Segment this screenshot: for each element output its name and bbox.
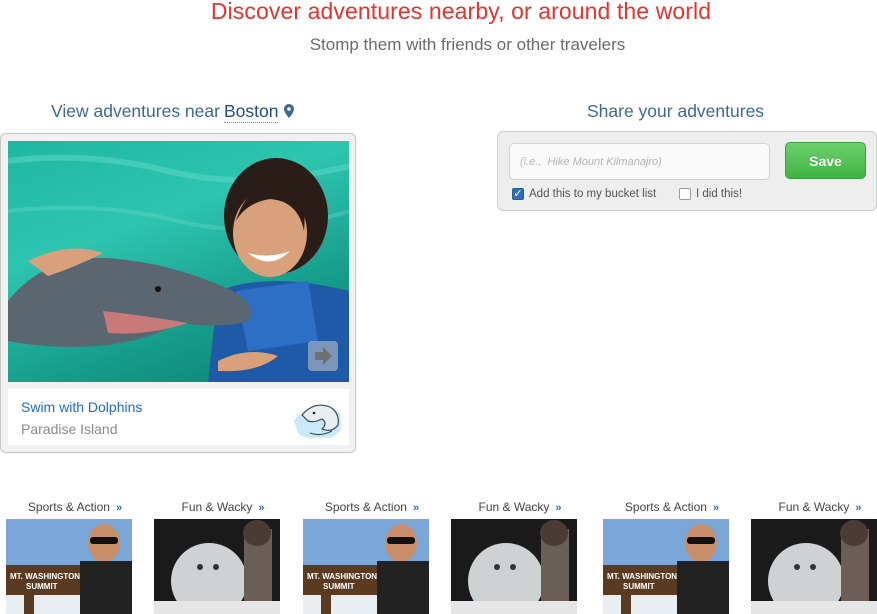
dolphin-icon bbox=[294, 404, 342, 439]
svg-text:MT. WASHINGTON: MT. WASHINGTON bbox=[10, 572, 80, 581]
snow-figure-photo[interactable] bbox=[154, 519, 280, 614]
category-label: Sports & Action bbox=[324, 500, 407, 514]
category-link[interactable]: Fun & Wacky » bbox=[154, 500, 292, 514]
thumbnail-card[interactable]: Sports & Action » MT. WASHINGTON SUMMIT bbox=[603, 497, 741, 614]
snow-figure-photo[interactable] bbox=[751, 519, 877, 614]
next-arrow-button[interactable] bbox=[308, 341, 338, 371]
bucket-list-label: Add this to my bucket list bbox=[529, 188, 657, 200]
category-label: Sports & Action bbox=[27, 500, 110, 514]
summit-photo[interactable]: MT. WASHINGTON SUMMIT bbox=[603, 519, 729, 614]
thumbnail-card[interactable]: Sports & Action » MT. WASHINGTON SUMMIT bbox=[6, 497, 144, 614]
category-link[interactable]: Sports & Action » bbox=[6, 500, 144, 514]
chevron-right-icon: » bbox=[412, 502, 420, 514]
chevron-right-icon: » bbox=[258, 502, 265, 514]
category-link[interactable]: Sports & Action » bbox=[303, 500, 441, 514]
chevron-right-icon: » bbox=[555, 502, 562, 514]
thumbnail-card[interactable]: Fun & Wacky » bbox=[751, 497, 877, 614]
svg-text:MT. WASHINGTON: MT. WASHINGTON bbox=[607, 572, 677, 581]
category-label: Fun & Wacky bbox=[181, 500, 253, 514]
city-link[interactable]: Boston bbox=[223, 101, 279, 123]
did-this-checkbox[interactable] bbox=[679, 188, 691, 200]
share-heading: Share your adventures bbox=[587, 101, 765, 121]
adventure-input[interactable] bbox=[509, 143, 770, 180]
category-link[interactable]: Fun & Wacky » bbox=[751, 500, 877, 514]
category-label: Fun & Wacky bbox=[478, 500, 550, 514]
share-form: Save ✓ Add this to my bucket list I did … bbox=[497, 131, 877, 211]
hero-title: Discover adventures nearby, or around th… bbox=[210, 0, 712, 24]
map-pin-icon[interactable] bbox=[284, 104, 295, 118]
save-button[interactable]: Save bbox=[785, 142, 866, 179]
did-this-option[interactable]: I did this! bbox=[679, 188, 742, 200]
adventure-title-link[interactable]: Swim with Dolphins bbox=[21, 399, 142, 415]
nearby-heading: View adventures near Boston bbox=[51, 101, 295, 123]
thumbnail-card[interactable]: Fun & Wacky » bbox=[154, 497, 292, 614]
chevron-right-icon: » bbox=[115, 502, 123, 514]
dolphin-swim-photo bbox=[8, 154, 349, 382]
bucket-list-checkbox[interactable]: ✓ bbox=[512, 188, 524, 200]
chevron-right-icon: » bbox=[855, 502, 862, 514]
thumbnail-card[interactable]: Sports & Action » MT. WASHINGTON SUMMIT bbox=[303, 497, 441, 614]
featured-photo[interactable] bbox=[8, 141, 349, 382]
arrow-right-icon bbox=[315, 347, 332, 365]
category-label: Fun & Wacky bbox=[778, 500, 850, 514]
adventure-location: Paradise Island bbox=[21, 421, 118, 437]
category-link[interactable]: Fun & Wacky » bbox=[451, 500, 589, 514]
chevron-right-icon: » bbox=[712, 502, 720, 514]
svg-text:SUMMIT: SUMMIT bbox=[323, 582, 355, 591]
summit-photo[interactable]: MT. WASHINGTON SUMMIT bbox=[303, 519, 429, 614]
svg-text:SUMMIT: SUMMIT bbox=[623, 582, 655, 591]
hero-subtitle: Stomp them with friends or other travele… bbox=[309, 35, 626, 54]
category-label: Sports & Action bbox=[624, 500, 707, 514]
bucket-list-option[interactable]: ✓ Add this to my bucket list bbox=[512, 188, 656, 200]
did-this-label: I did this! bbox=[696, 188, 743, 200]
category-link[interactable]: Sports & Action » bbox=[603, 500, 741, 514]
svg-text:MT. WASHINGTON: MT. WASHINGTON bbox=[307, 572, 377, 581]
card-footer: Swim with Dolphins Paradise Island bbox=[8, 389, 349, 445]
svg-text:SUMMIT: SUMMIT bbox=[26, 582, 58, 591]
nearby-heading-text: View adventures near bbox=[51, 101, 220, 121]
snow-figure-photo[interactable] bbox=[451, 519, 577, 614]
thumbnail-card[interactable]: Fun & Wacky » bbox=[451, 497, 589, 614]
summit-photo[interactable]: MT. WASHINGTON SUMMIT bbox=[6, 519, 132, 614]
featured-adventure-card[interactable]: Swim with Dolphins Paradise Island bbox=[0, 133, 356, 453]
